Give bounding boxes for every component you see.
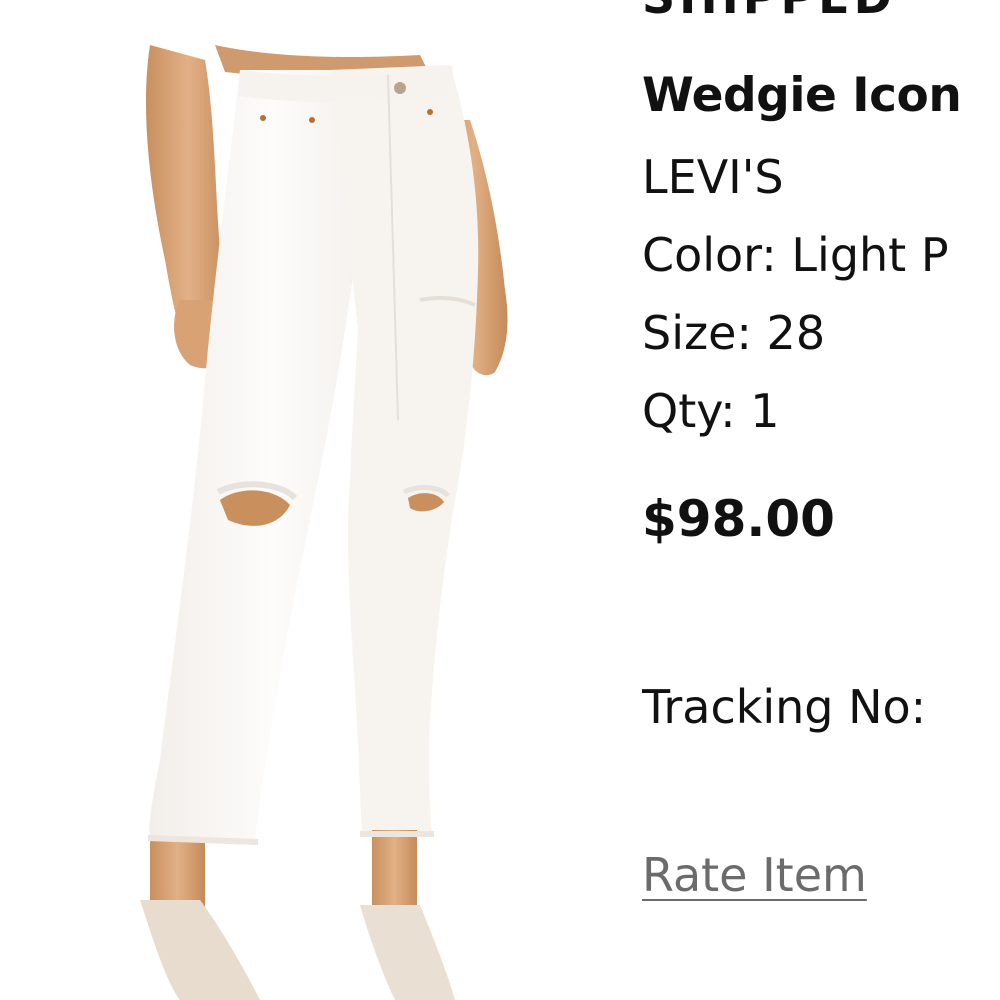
product-image[interactable] [0,0,620,1000]
color-label: Color: Light P [642,228,949,282]
rate-item-link[interactable]: Rate Item [642,848,867,902]
brand-name: LEVI'S [642,150,784,204]
quantity-label: Qty: 1 [642,384,780,438]
item-price: $98.00 [642,490,835,548]
order-item-card: SHIPPED Wedgie Icon LEVI'S Color: Light … [0,0,1000,1000]
product-name[interactable]: Wedgie Icon [642,68,962,123]
order-item-details: SHIPPED Wedgie Icon LEVI'S Color: Light … [642,0,1000,1000]
size-label: Size: 28 [642,306,826,360]
tracking-number-label: Tracking No: [642,680,927,734]
shipment-status: SHIPPED [642,0,896,24]
